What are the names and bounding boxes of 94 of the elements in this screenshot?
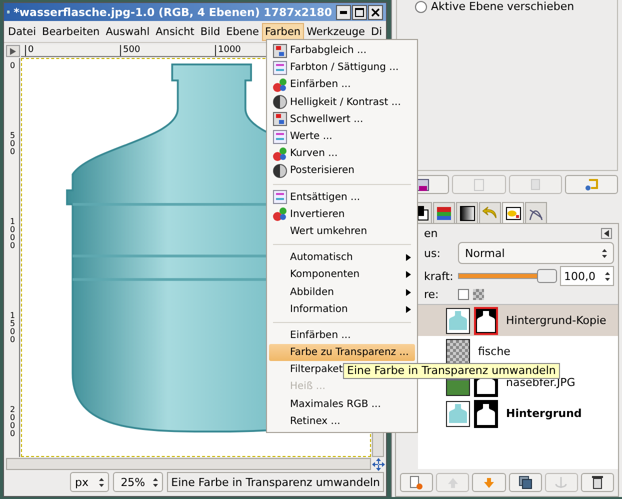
layer-row[interactable]: Hintergrund [418,398,618,429]
layer-row[interactable]: Hintergrund-Kopie [418,305,618,336]
status-message: Eine Farbe in Transparenz umwandeln [167,472,384,492]
tooltip: Eine Farbe in Transparenz umwandeln [343,363,560,379]
window-title: *wasserflasche.jpg-1.0 (RGB, 4 Ebenen) 1787x2180 [14,6,332,18]
menu-bar-item[interactable]: Ansicht [152,22,198,40]
submenu-arrow-icon [406,271,411,278]
menu-item[interactable]: Farbe zu Transparenz ... [269,344,415,362]
layers-tab[interactable] [433,202,455,223]
half-circle-icon [273,164,287,178]
submenu-arrow-icon [406,306,411,313]
unit-dropdown[interactable]: px [70,472,110,492]
menu-item[interactable]: Entsättigen ... [269,188,415,206]
menu-item[interactable]: Kurven ... [269,145,415,162]
horizontal-scrollbar[interactable] [6,458,371,470]
gradient-tab[interactable] [456,202,478,223]
menu-item[interactable]: Posterisieren [269,162,415,180]
panel-menu-button[interactable] [601,228,612,239]
document-icon [474,178,484,190]
menu-item[interactable]: Komponenten [269,266,415,284]
menu-bar-item[interactable]: Datei [5,22,40,40]
menu-item[interactable]: Abbilden [269,283,415,301]
menu-bar-item[interactable]: Ebene [223,22,262,40]
quick-mask-button[interactable] [6,45,20,57]
panel-title: en [424,227,438,240]
menu-item[interactable]: Wert umkehren [269,222,415,240]
spinner-arrows-icon [605,272,610,280]
opacity-field[interactable]: 100,0 [560,266,614,286]
menu-item[interactable]: Maximales RGB ... [269,396,415,413]
menu-bar-item[interactable]: Auswahl [102,22,153,40]
delete-layer-button[interactable] [580,473,614,492]
menu-item[interactable]: Einfärben ... [269,76,415,94]
undo-icon [482,206,498,220]
layers-stack-icon [437,206,451,220]
submenu-arrow-icon [406,288,411,296]
duplicate-layer-button[interactable] [508,473,542,492]
minimize-button[interactable] [336,4,351,20]
mode-dropdown[interactable]: Normal [458,242,614,264]
duplicate-icon [518,476,532,489]
zoom-dropdown[interactable]: 25% [113,472,164,492]
triangle-icon [604,230,609,237]
menu-item[interactable]: Einfärben ... [269,326,415,344]
new-layer-button[interactable] [400,473,434,492]
menu-bar-item[interactable]: Bearbeiten [39,22,103,40]
fish-icon [506,206,520,220]
reset-icon [584,178,598,191]
checkerboard-icon [473,289,484,300]
layer-name: Hintergrund [506,407,582,420]
submenu-arrow-icon [406,254,411,262]
close-button[interactable] [368,4,383,20]
triangle-icon [10,48,16,54]
opacity-label: kraft: [424,270,454,282]
save-icon [416,178,429,190]
menu-item[interactable]: Automatisch [269,249,415,266]
menu-item[interactable]: Invertieren [269,206,415,223]
paint-blobs-icon [273,78,287,92]
spinner-arrows-icon [99,478,104,486]
maximize-icon [355,8,364,16]
anchor-icon [555,476,568,488]
layer-name: Hintergrund-Kopie [506,314,606,327]
arrow-down-icon [484,478,494,488]
paths-tab[interactable] [525,202,547,223]
menu-item[interactable]: Werte ... [269,128,415,146]
close-icon [371,8,380,16]
radio-label: Aktive Ebene verschieben [431,0,574,13]
arrow-up-icon [448,478,458,488]
new-layer-icon [410,476,424,490]
menu-item[interactable]: Information [269,300,415,318]
fish-tab[interactable] [502,202,524,223]
mode-label: us: [424,246,442,260]
navigate-icon[interactable] [372,458,384,470]
paint-blobs-icon [273,146,287,161]
menu-bar-item[interactable]: Farben [262,22,304,40]
trash-icon [530,179,540,190]
paths-icon [529,206,543,220]
menu-bar-item[interactable]: Werkzeuge [304,22,368,40]
menu-bar-item[interactable]: Bild [197,22,224,40]
gradient-icon [460,206,474,220]
maximize-button[interactable] [352,4,367,20]
lock-checkbox[interactable] [458,289,469,300]
menu-item[interactable]: Schwellwert ... [269,110,415,128]
spinner-arrows-icon [602,248,607,258]
lock-label: re: [424,288,440,301]
menu-bar-item[interactable]: Di [368,22,385,40]
layer-name: nasebfer.JPG [506,376,576,389]
menu-item[interactable]: Farbton / Sättigung ... [269,59,415,76]
half-circle-icon [273,95,287,110]
trash-icon [592,476,603,489]
spinner-arrows-icon [153,478,158,486]
menu-item[interactable]: Retinex ... [269,412,415,430]
minimize-icon [340,10,347,14]
radio-button[interactable] [415,0,427,12]
menu-item[interactable]: Helligkeit / Kontrast ... [269,94,415,111]
layer-name: fische [478,345,510,358]
